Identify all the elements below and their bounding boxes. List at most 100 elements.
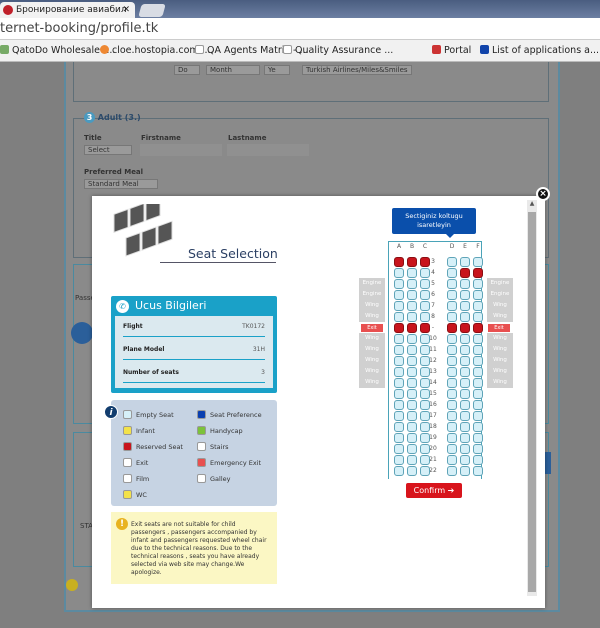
seat-13E[interactable] bbox=[460, 367, 470, 377]
seat-20B[interactable] bbox=[407, 444, 417, 454]
seat-6B[interactable] bbox=[407, 290, 417, 300]
seat-12A[interactable] bbox=[394, 356, 404, 366]
seat-6E[interactable] bbox=[460, 290, 470, 300]
seat-3F[interactable] bbox=[473, 257, 483, 267]
seat-18F[interactable] bbox=[473, 422, 483, 432]
seat-21F[interactable] bbox=[473, 455, 483, 465]
seat--A[interactable] bbox=[394, 323, 404, 333]
seat-13F[interactable] bbox=[473, 367, 483, 377]
seat-12E[interactable] bbox=[460, 356, 470, 366]
seat--F[interactable] bbox=[473, 323, 483, 333]
seat-22B[interactable] bbox=[407, 466, 417, 476]
seat-14F[interactable] bbox=[473, 378, 483, 388]
seat-21C[interactable] bbox=[420, 455, 430, 465]
seat-21D[interactable] bbox=[447, 455, 457, 465]
bookmark[interactable]: QatoDo Wholesale -... bbox=[0, 40, 115, 62]
close-icon[interactable]: × bbox=[536, 187, 550, 201]
seat-3C[interactable] bbox=[420, 257, 430, 267]
seat-21B[interactable] bbox=[407, 455, 417, 465]
seat-8B[interactable] bbox=[407, 312, 417, 322]
seat-18E[interactable] bbox=[460, 422, 470, 432]
seat-6D[interactable] bbox=[447, 290, 457, 300]
seat-4E[interactable] bbox=[460, 268, 470, 278]
seat-6A[interactable] bbox=[394, 290, 404, 300]
day-select[interactable]: Do bbox=[174, 65, 200, 75]
seat-10C[interactable] bbox=[420, 334, 430, 344]
seat-19B[interactable] bbox=[407, 433, 417, 443]
seat-20A[interactable] bbox=[394, 444, 404, 454]
bookmark[interactable]: Portal bbox=[432, 40, 471, 62]
seat-17D[interactable] bbox=[447, 411, 457, 421]
seat-16D[interactable] bbox=[447, 400, 457, 410]
seat-10B[interactable] bbox=[407, 334, 417, 344]
seat-7B[interactable] bbox=[407, 301, 417, 311]
seat--B[interactable] bbox=[407, 323, 417, 333]
seat-4D[interactable] bbox=[447, 268, 457, 278]
seat-12D[interactable] bbox=[447, 356, 457, 366]
seat-17C[interactable] bbox=[420, 411, 430, 421]
seat-3A[interactable] bbox=[394, 257, 404, 267]
seat-13D[interactable] bbox=[447, 367, 457, 377]
seat--D[interactable] bbox=[447, 323, 457, 333]
seat-4F[interactable] bbox=[473, 268, 483, 278]
address-bar[interactable]: ternet-booking/profile.tk bbox=[0, 18, 600, 40]
title-select[interactable]: Select bbox=[84, 145, 132, 155]
seat-10D[interactable] bbox=[447, 334, 457, 344]
seat-8C[interactable] bbox=[420, 312, 430, 322]
bookmark[interactable]: List of applications a... bbox=[480, 40, 599, 62]
seat-15E[interactable] bbox=[460, 389, 470, 399]
seat-3B[interactable] bbox=[407, 257, 417, 267]
browser-tab[interactable]: Бронирование авиабил ✕ bbox=[0, 2, 135, 18]
seat-16E[interactable] bbox=[460, 400, 470, 410]
seat-20F[interactable] bbox=[473, 444, 483, 454]
seat-20D[interactable] bbox=[447, 444, 457, 454]
seat-20E[interactable] bbox=[460, 444, 470, 454]
seat-22E[interactable] bbox=[460, 466, 470, 476]
month-select[interactable]: Month bbox=[206, 65, 260, 75]
seat-16C[interactable] bbox=[420, 400, 430, 410]
seat-12F[interactable] bbox=[473, 356, 483, 366]
seat-17B[interactable] bbox=[407, 411, 417, 421]
seat-8E[interactable] bbox=[460, 312, 470, 322]
seat-16B[interactable] bbox=[407, 400, 417, 410]
seat-15C[interactable] bbox=[420, 389, 430, 399]
seat-11D[interactable] bbox=[447, 345, 457, 355]
seat-11E[interactable] bbox=[460, 345, 470, 355]
seat-4A[interactable] bbox=[394, 268, 404, 278]
close-tab-icon[interactable]: ✕ bbox=[122, 2, 130, 18]
seat-5F[interactable] bbox=[473, 279, 483, 289]
seat-8A[interactable] bbox=[394, 312, 404, 322]
seat-13A[interactable] bbox=[394, 367, 404, 377]
seat-20C[interactable] bbox=[420, 444, 430, 454]
seat-7D[interactable] bbox=[447, 301, 457, 311]
seat-7E[interactable] bbox=[460, 301, 470, 311]
seat-22F[interactable] bbox=[473, 466, 483, 476]
seat-14A[interactable] bbox=[394, 378, 404, 388]
seat-16F[interactable] bbox=[473, 400, 483, 410]
seat-19C[interactable] bbox=[420, 433, 430, 443]
seat-10F[interactable] bbox=[473, 334, 483, 344]
seat-8D[interactable] bbox=[447, 312, 457, 322]
seat-6C[interactable] bbox=[420, 290, 430, 300]
confirm-button[interactable]: Confirm ➔ bbox=[406, 483, 462, 498]
seat-22A[interactable] bbox=[394, 466, 404, 476]
seat--C[interactable] bbox=[420, 323, 430, 333]
seat--E[interactable] bbox=[460, 323, 470, 333]
seat-3E[interactable] bbox=[460, 257, 470, 267]
seat-5D[interactable] bbox=[447, 279, 457, 289]
seat-15F[interactable] bbox=[473, 389, 483, 399]
seat-5C[interactable] bbox=[420, 279, 430, 289]
program-select[interactable]: Turkish Airlines/Miles&Smiles bbox=[302, 65, 412, 75]
seat-11F[interactable] bbox=[473, 345, 483, 355]
new-tab-button[interactable] bbox=[138, 4, 166, 17]
seat-5E[interactable] bbox=[460, 279, 470, 289]
seat-15D[interactable] bbox=[447, 389, 457, 399]
seat-22C[interactable] bbox=[420, 466, 430, 476]
seat-21A[interactable] bbox=[394, 455, 404, 465]
seat-17E[interactable] bbox=[460, 411, 470, 421]
lastname-input[interactable] bbox=[227, 144, 309, 156]
seat-21E[interactable] bbox=[460, 455, 470, 465]
meal-select[interactable]: Standard Meal bbox=[84, 179, 158, 189]
seat-10E[interactable] bbox=[460, 334, 470, 344]
seat-4C[interactable] bbox=[420, 268, 430, 278]
